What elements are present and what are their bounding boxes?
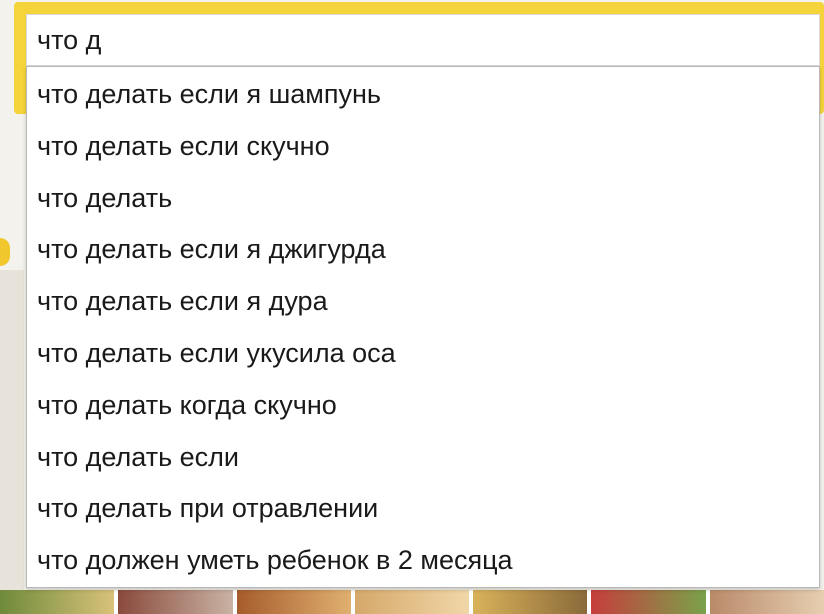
suggestion-item[interactable]: что делать если скучно [27,121,819,173]
suggestion-item[interactable]: что делать если [27,432,819,484]
image-thumbnail[interactable] [473,590,588,614]
suggestion-item[interactable]: что делать когда скучно [27,380,819,432]
image-thumbnail[interactable] [591,590,706,614]
image-thumbnail[interactable] [709,590,824,614]
image-thumbnail[interactable] [236,590,351,614]
suggestion-item[interactable]: что делать если я шампунь [27,69,819,121]
image-thumbnail[interactable] [118,590,233,614]
search-box [26,14,820,66]
suggestion-item[interactable]: что делать если укусила оса [27,328,819,380]
background-content-strip [0,270,24,600]
image-thumbnail[interactable] [0,590,115,614]
image-thumbnails-strip [0,590,824,614]
suggestion-item[interactable]: что делать при отравлении [27,483,819,535]
suggestion-item[interactable]: что делать если я джигурда [27,224,819,276]
image-thumbnail[interactable] [354,590,470,614]
search-input[interactable] [27,15,817,65]
suggestion-item[interactable]: что делать [27,173,819,225]
suggestion-item[interactable]: что должен уметь ребенок в 2 месяца [27,535,819,587]
suggestions-dropdown: что делать если я шампунь что делать есл… [26,66,820,588]
suggestion-item[interactable]: что делать если я дура [27,276,819,328]
